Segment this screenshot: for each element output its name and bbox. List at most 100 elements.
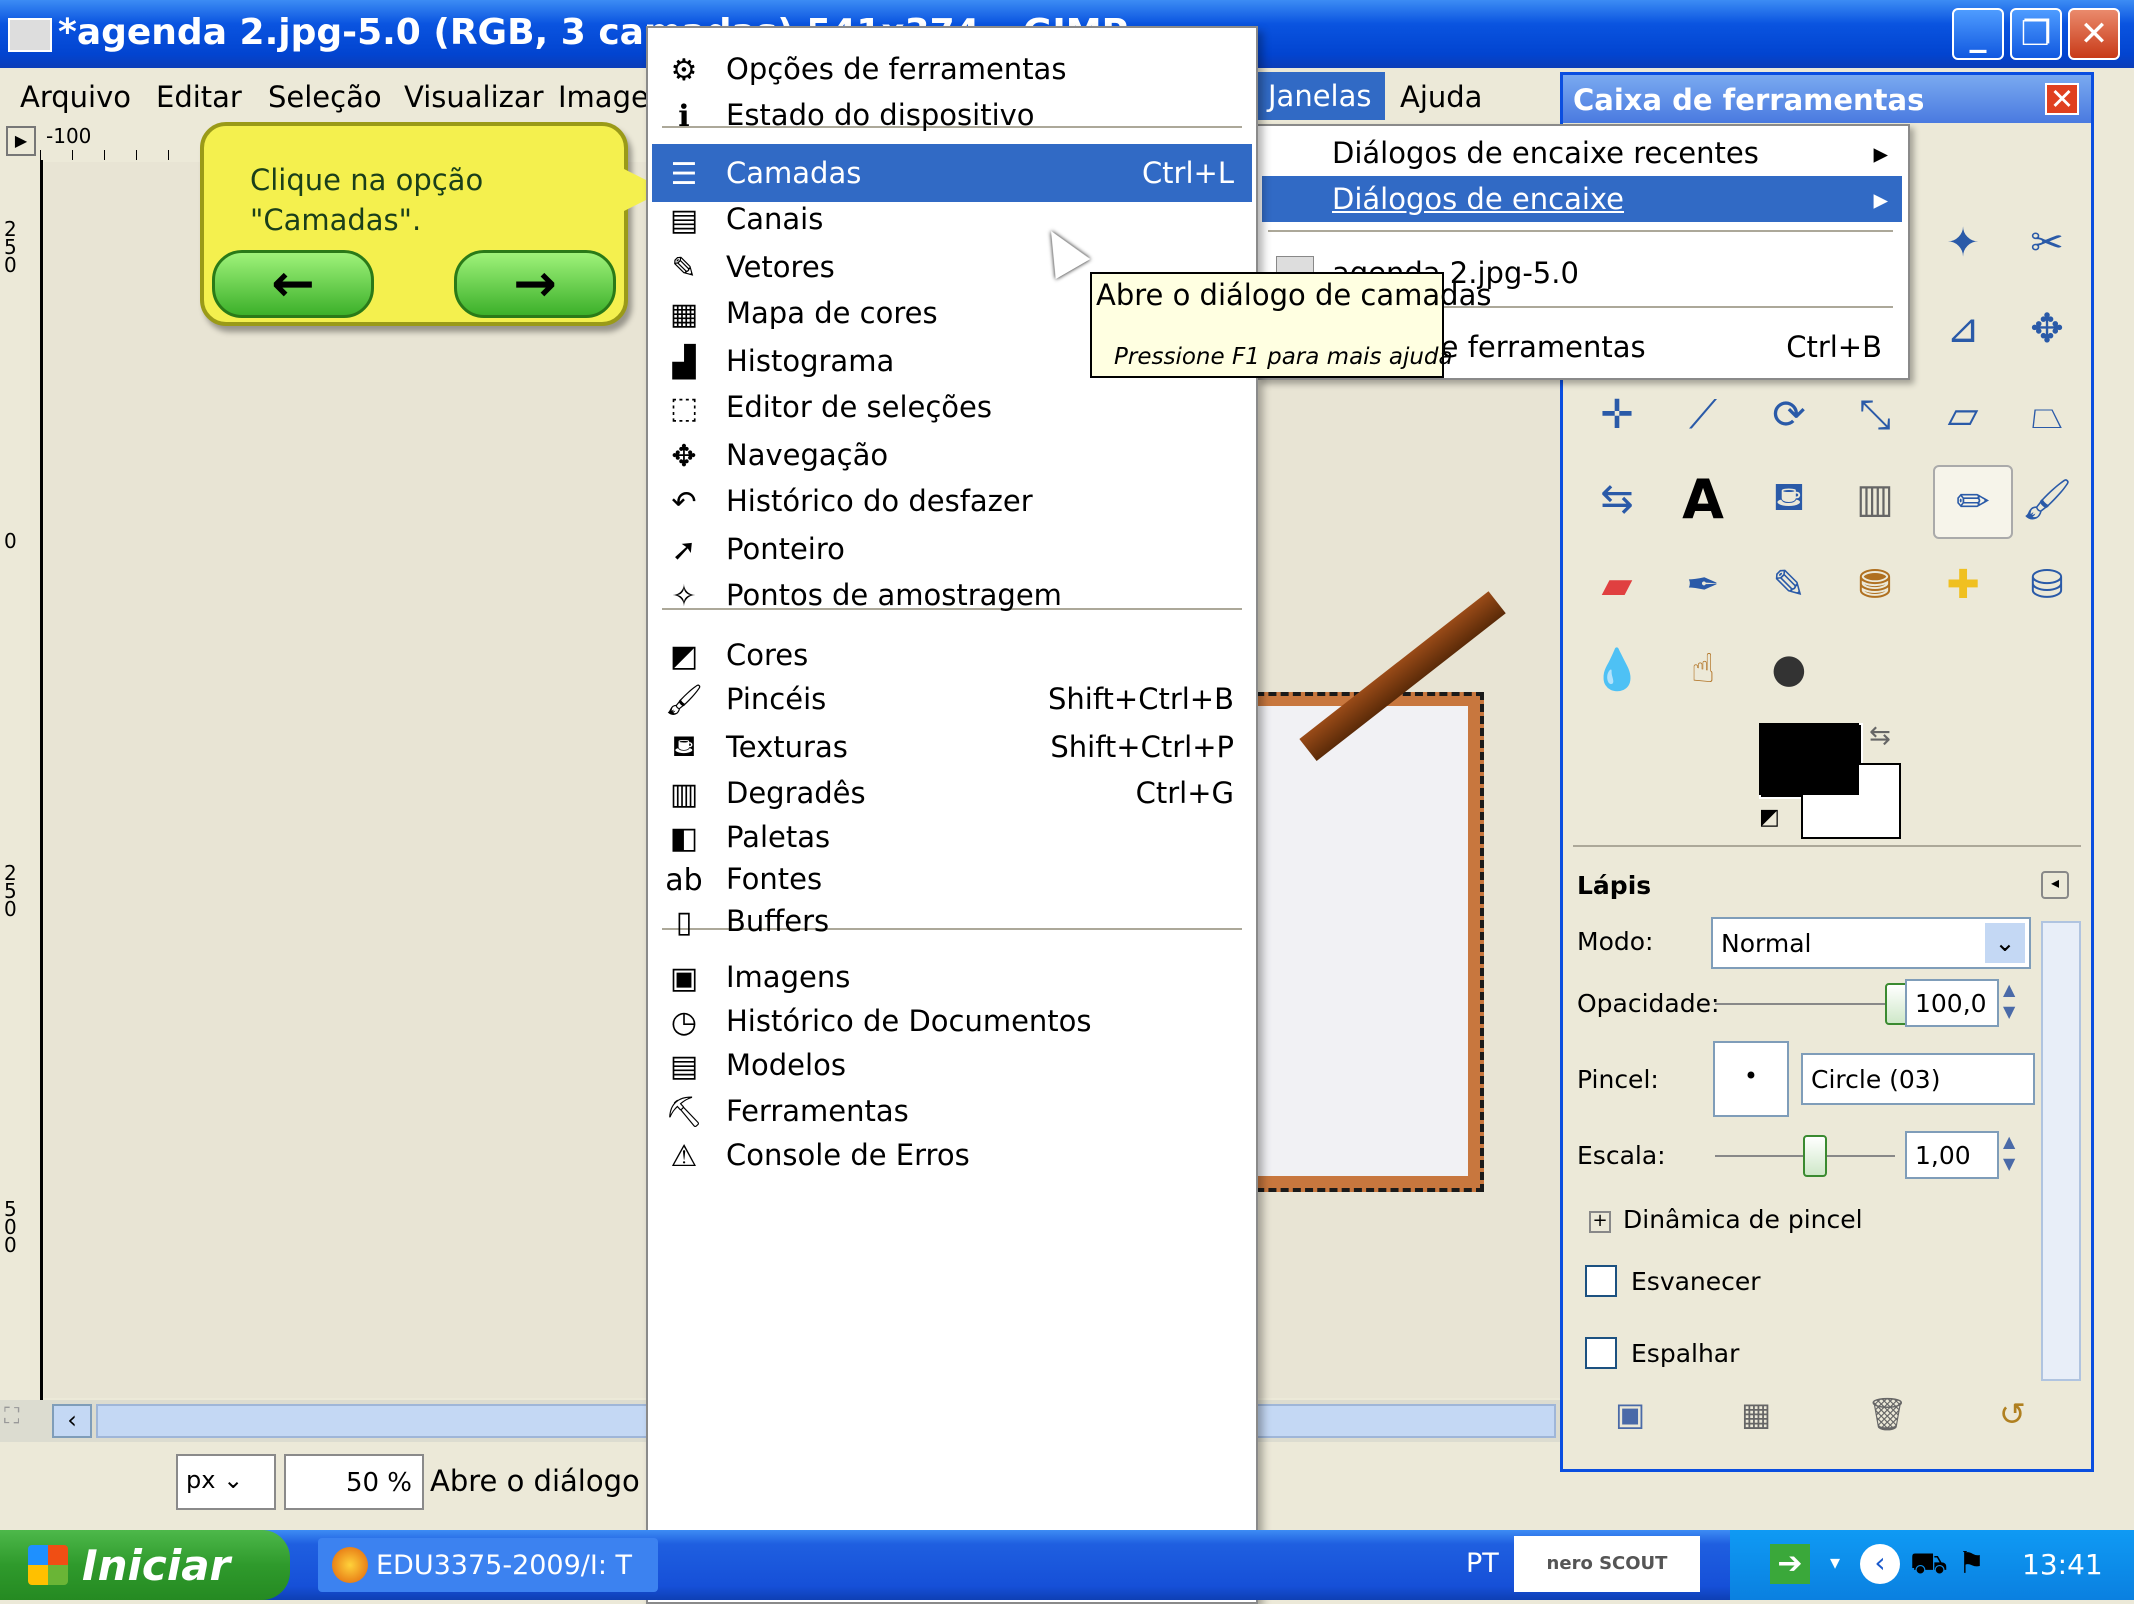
menu-item-label: Pincéis xyxy=(726,682,827,716)
buffers-icon: ▯ xyxy=(675,904,693,940)
ruler-vertical: 250 0 250 500 xyxy=(0,160,43,1400)
opacity-spin-icon[interactable]: ▲ ▼ xyxy=(2003,979,2029,1027)
start-button[interactable]: Iniciar xyxy=(0,1530,290,1600)
crop-icon[interactable]: ⟋ xyxy=(1675,387,1731,443)
reset-options-icon[interactable]: ↺ xyxy=(1999,1395,2026,1433)
fade-checkbox[interactable] xyxy=(1585,1265,1617,1297)
restore-options-icon[interactable]: ▦ xyxy=(1741,1395,1771,1433)
nero-scout-toolbar[interactable]: nero SCOUT xyxy=(1514,1536,1700,1592)
show-hidden-icons-icon[interactable]: ‹ xyxy=(1860,1544,1900,1584)
maximize-button[interactable]: ❐ xyxy=(2010,8,2062,60)
blur-icon[interactable]: 💧 xyxy=(1589,641,1645,697)
ink-icon[interactable]: ✎ xyxy=(1761,557,1817,613)
menu-item-shortcut: Shift+Ctrl+P xyxy=(1050,730,1234,764)
menu-editar[interactable]: Editar xyxy=(156,80,242,114)
pencil-icon[interactable]: ✏ xyxy=(1933,465,2013,539)
fuzzy-select-icon[interactable]: ✦ xyxy=(1935,215,1991,271)
arrow-tray-icon[interactable]: ➔ xyxy=(1770,1544,1810,1584)
menu-item-error-console[interactable]: ⚠ Console de Erros xyxy=(652,1126,1252,1184)
jitter-checkbox[interactable] xyxy=(1585,1337,1617,1369)
menu-item-label: Buffers xyxy=(726,904,830,938)
tool-options-menu-icon[interactable]: ◂ xyxy=(2041,871,2069,899)
paths-icon: ✎ xyxy=(671,250,697,286)
image-content[interactable] xyxy=(1244,591,1506,1192)
brush-preview[interactable]: • xyxy=(1713,1041,1789,1117)
measure-icon[interactable]: ⊿ xyxy=(1935,301,1991,357)
unit-select[interactable]: px ⌄ xyxy=(176,1454,276,1510)
scale-slider-handle[interactable] xyxy=(1803,1135,1827,1177)
menu-item-device-status[interactable]: ℹ Estado do dispositivo xyxy=(652,86,1252,144)
brush-dynamics-expander[interactable]: Dinâmica de pincel xyxy=(1623,1205,1863,1234)
previous-step-button[interactable]: ← xyxy=(212,250,374,318)
opacity-slider-track[interactable] xyxy=(1715,1003,1895,1005)
security-tray-icon[interactable]: ⚑ xyxy=(1958,1546,1985,1581)
perspective-icon[interactable]: ⏢ xyxy=(2019,387,2075,443)
clone-icon[interactable]: ⛃ xyxy=(1847,557,1903,613)
airbrush-icon[interactable]: ✒ xyxy=(1675,557,1731,613)
network-tray-icon[interactable]: ⛟ xyxy=(1910,1546,1948,1585)
next-step-button[interactable]: → xyxy=(454,250,616,318)
menu-item-recent-docks[interactable]: Diálogos de encaixe recentes ▸ xyxy=(1262,130,1902,176)
menu-item-dock-dialogs[interactable]: Diálogos de encaixe ▸ xyxy=(1262,176,1902,222)
taskbar-item-firefox[interactable]: EDU3375-2009/I: T xyxy=(318,1538,658,1592)
clock: 13:41 xyxy=(2022,1548,2103,1581)
language-indicator[interactable]: PT xyxy=(1466,1548,1499,1579)
align-icon[interactable]: ✛ xyxy=(1589,387,1645,443)
flip-icon[interactable]: ⇆ xyxy=(1589,471,1645,527)
rotate-icon[interactable]: ⟳ xyxy=(1761,387,1817,443)
mode-select[interactable]: Normal ⌄ xyxy=(1711,917,2031,969)
eraser-icon[interactable]: ▰ xyxy=(1589,557,1645,613)
paintbrush-icon[interactable]: 🖌 xyxy=(2019,471,2075,527)
toolbox-close-icon[interactable]: ✕ xyxy=(2045,83,2079,115)
opacity-input[interactable]: 100,0 xyxy=(1905,979,1999,1027)
menu-item-label: Editor de seleções xyxy=(726,390,992,424)
toolbox-titlebar[interactable]: Caixa de ferramentas ✕ xyxy=(1563,75,2091,123)
menu-item-buffers[interactable]: ▯ Buffers xyxy=(652,892,1252,950)
windows-logo-icon xyxy=(28,1545,68,1585)
dodge-burn-icon[interactable]: ● xyxy=(1761,641,1817,697)
minimize-button[interactable]: _ xyxy=(1952,8,2004,60)
perspective-clone-icon[interactable]: ⛁ xyxy=(2019,557,2075,613)
delete-options-icon[interactable]: 🗑 xyxy=(1867,1395,1908,1433)
move-icon[interactable]: ✥ xyxy=(2019,301,2075,357)
tutorial-callout: Clique na opção "Camadas". ← → xyxy=(200,122,628,326)
tool-options-title: Lápis xyxy=(1577,871,1652,900)
save-options-icon[interactable]: ▣ xyxy=(1615,1395,1645,1433)
menu-item-label: Mapa de cores xyxy=(726,296,938,330)
scissors-icon[interactable]: ✂ xyxy=(2019,215,2075,271)
chevron-down-icon: ⌄ xyxy=(1985,923,2025,963)
options-scrollbar[interactable] xyxy=(2041,921,2081,1381)
menu-ajuda[interactable]: Ajuda xyxy=(1400,80,1482,114)
expand-icon[interactable]: + xyxy=(1589,1211,1611,1233)
menu-item-label: Ferramentas xyxy=(726,1094,909,1128)
scale-icon[interactable]: ⤡ xyxy=(1847,387,1903,443)
scale-input[interactable]: 1,00 xyxy=(1905,1131,1999,1179)
shear-icon[interactable]: ▱ xyxy=(1935,387,1991,443)
menu-item-sample-points[interactable]: ✧ Pontos de amostragem xyxy=(652,566,1252,624)
menu-arquivo[interactable]: Arquivo xyxy=(20,80,131,114)
gimp-app-icon xyxy=(8,18,52,52)
menu-item-label: Texturas xyxy=(726,730,848,764)
navigate-icon[interactable]: ⛶ xyxy=(4,1404,44,1438)
quick-mask-toggle-icon[interactable]: ▶ xyxy=(6,126,36,156)
swap-colors-icon[interactable]: ⇆ xyxy=(1869,721,1891,751)
text-tool-icon[interactable]: A xyxy=(1675,468,1731,531)
smudge-icon[interactable]: ☝ xyxy=(1675,641,1731,697)
scale-spin-icon[interactable]: ▲ ▼ xyxy=(2003,1131,2029,1179)
callout-line-1: Clique na opção xyxy=(250,163,484,197)
menu-item-label: Camadas xyxy=(726,156,862,190)
zoom-select[interactable]: 50 % xyxy=(284,1454,424,1510)
menu-janelas[interactable]: Janelas xyxy=(1254,72,1386,120)
bucket-fill-icon[interactable]: ⛾ xyxy=(1761,471,1817,527)
blend-icon[interactable]: ▥ xyxy=(1847,471,1903,527)
menu-selecao[interactable]: Seleção xyxy=(268,80,382,114)
close-button[interactable]: ✕ xyxy=(2068,8,2120,60)
system-tray: ➔ ▾ ‹ ⛟ ⚑ 13:41 xyxy=(1730,1530,2134,1600)
scroll-left-button[interactable]: ‹ xyxy=(52,1404,92,1438)
reset-colors-icon[interactable]: ◩ xyxy=(1759,805,1780,830)
menu-item-label: Degradês xyxy=(726,776,866,810)
jitter-label: Espalhar xyxy=(1631,1339,1740,1368)
heal-icon[interactable]: ✚ xyxy=(1935,557,1991,613)
menu-visualizar[interactable]: Visualizar xyxy=(404,80,544,114)
dropdown-tray-icon[interactable]: ▾ xyxy=(1830,1550,1840,1574)
